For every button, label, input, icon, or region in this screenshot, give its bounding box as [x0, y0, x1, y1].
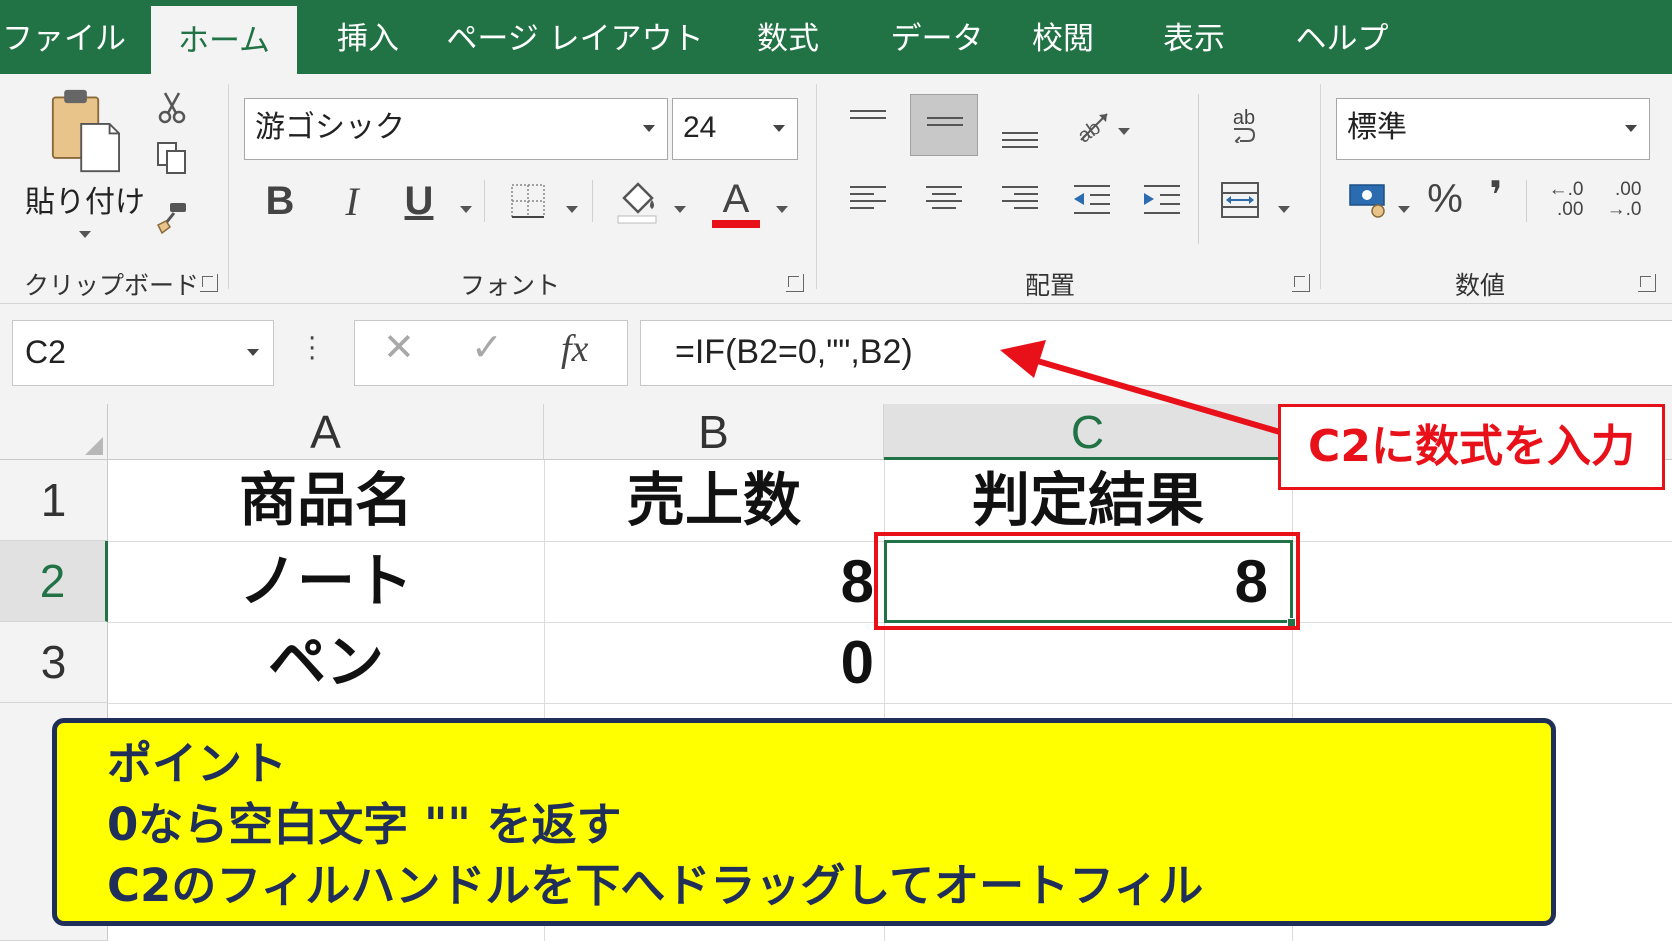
callout-label: C2に数式を入力 — [1278, 404, 1665, 490]
note-line-1: 0なら空白文字 "" を返す — [107, 798, 622, 851]
note-box: ポイント 0なら空白文字 "" を返す C2のフィルハンドルを下へドラッグしてオ… — [52, 718, 1556, 926]
note-line-2: C2のフィルハンドルを下へドラッグしてオートフィル — [107, 859, 1204, 912]
note-title: ポイント — [107, 737, 288, 790]
